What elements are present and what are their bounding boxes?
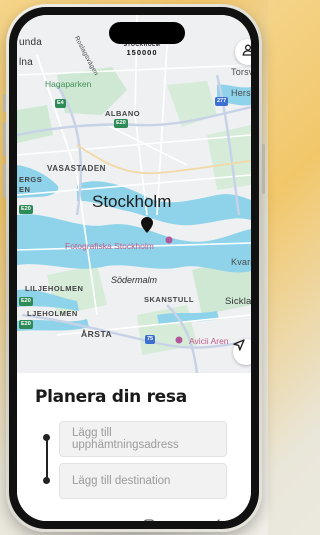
phone-volume-down bbox=[3, 164, 6, 198]
map-label-liljeholmen-1: LILJEHOLMEN bbox=[25, 284, 84, 293]
route-end-dot bbox=[43, 477, 50, 484]
back-chevron-icon bbox=[212, 518, 222, 521]
phone-bezel: unda lna Hagaparken ALBANO VASASTADEN ER… bbox=[9, 7, 259, 529]
recent-apps-button[interactable] bbox=[71, 520, 91, 521]
home-button[interactable] bbox=[139, 518, 159, 521]
map-label-kungsholmen-2: EN bbox=[19, 185, 31, 194]
dynamic-island bbox=[109, 22, 185, 44]
map-label-hersby: Herser bbox=[231, 88, 251, 98]
trip-planner-title: Planera din resa bbox=[35, 387, 187, 407]
map-label-solna: lna bbox=[19, 57, 33, 68]
phone-volume-up bbox=[3, 122, 6, 156]
phone-frame: unda lna Hagaparken ALBANO VASASTADEN ER… bbox=[3, 4, 265, 532]
phone-side-button bbox=[3, 94, 6, 112]
map-label-liljeholmen-2: LJEHOLMEN bbox=[27, 309, 78, 318]
home-icon bbox=[143, 518, 155, 521]
map-label-hagaparken: Hagaparken bbox=[45, 79, 92, 89]
road-badge-e4: E4 bbox=[55, 99, 66, 108]
map-label-kvarnholmen: Kvarn bbox=[231, 257, 251, 267]
map-label-skanstull: SKANSTULL bbox=[144, 295, 194, 304]
map-label-arsta: ÅRSTA bbox=[81, 329, 113, 339]
map-label-fotografiska: Fotografiska Stockholm bbox=[65, 241, 154, 251]
user-icon bbox=[242, 43, 251, 61]
road-badge-75: 75 bbox=[145, 335, 156, 344]
map-label-sodermalm: Södermalm bbox=[111, 275, 158, 285]
map-label-albano: ALBANO bbox=[105, 109, 141, 118]
map-label-avicii: Avicii Aren bbox=[189, 336, 229, 346]
map-label-torsvik: Torsvi bbox=[231, 67, 251, 77]
brand-line-2: 150000 bbox=[126, 48, 158, 57]
recent-apps-icon bbox=[75, 518, 87, 521]
road-badge-277: 277 bbox=[215, 97, 229, 106]
phone-power-button bbox=[262, 144, 265, 194]
route-connector-line bbox=[46, 439, 48, 481]
map-label-kungsholmen-1: ERGS bbox=[19, 175, 43, 184]
app-screen: unda lna Hagaparken ALBANO VASASTADEN ER… bbox=[17, 15, 251, 521]
road-badge-e20-1: E20 bbox=[114, 119, 128, 128]
back-button[interactable] bbox=[207, 518, 227, 521]
pickup-address-input[interactable]: Lägg till upphämtningsadress bbox=[59, 421, 227, 457]
road-badge-e20-2: E20 bbox=[19, 205, 33, 214]
brand-logo: STOCKHOLM 150000 bbox=[117, 42, 167, 57]
road-badge-e20-4: E20 bbox=[19, 320, 33, 329]
destination-input[interactable]: Lägg till destination bbox=[59, 463, 227, 499]
map-label-city: Stockholm bbox=[92, 192, 172, 211]
road-badge-e20-3: E20 bbox=[19, 297, 33, 306]
map-view[interactable]: unda lna Hagaparken ALBANO VASASTADEN ER… bbox=[17, 15, 251, 373]
map-label-sundbyberg: unda bbox=[19, 37, 43, 48]
map-label-sickla: Sickla bbox=[225, 296, 251, 307]
map-label-vasastaden: VASASTADEN bbox=[47, 164, 106, 173]
